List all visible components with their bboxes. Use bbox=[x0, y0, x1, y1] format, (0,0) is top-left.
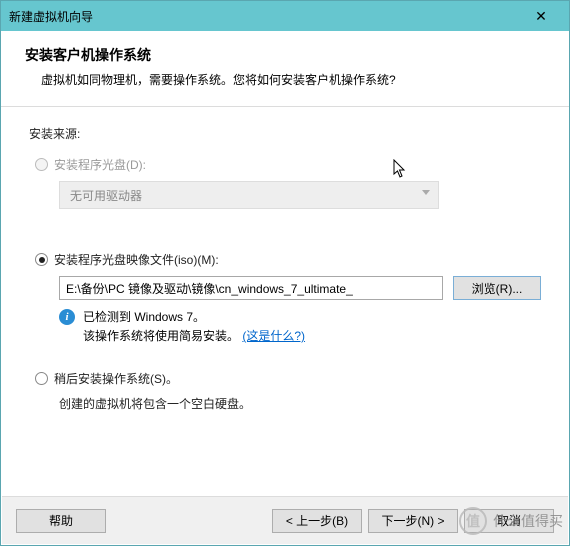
browse-button[interactable]: 浏览(R)... bbox=[453, 276, 541, 300]
install-source-label: 安装来源: bbox=[29, 125, 541, 142]
close-button[interactable]: ✕ bbox=[521, 1, 561, 31]
what-is-this-link[interactable]: (这是什么?) bbox=[242, 329, 305, 343]
detect-line-1: 已检测到 Windows 7。 bbox=[83, 308, 305, 327]
option-installer-disc: 安装程序光盘(D): bbox=[35, 156, 541, 173]
iso-row: 浏览(R)... bbox=[59, 276, 541, 300]
radio-iso[interactable] bbox=[35, 253, 48, 266]
drive-combo-text: 无可用驱动器 bbox=[70, 187, 142, 204]
wizard-body: 安装来源: 安装程序光盘(D): 无可用驱动器 安装程序光盘映像文件(iso)(… bbox=[1, 107, 569, 422]
page-subtitle: 虚拟机如同物理机，需要操作系统。您将如何安装客户机操作系统? bbox=[25, 71, 545, 88]
wizard-header: 安装客户机操作系统 虚拟机如同物理机，需要操作系统。您将如何安装客户机操作系统? bbox=[1, 31, 569, 107]
help-button[interactable]: 帮助 bbox=[16, 509, 106, 533]
option-later[interactable]: 稍后安装操作系统(S)。 bbox=[35, 370, 541, 387]
next-button[interactable]: 下一步(N) > bbox=[368, 509, 458, 533]
chevron-down-icon bbox=[422, 190, 430, 195]
window-title: 新建虚拟机向导 bbox=[9, 8, 521, 25]
option-later-label: 稍后安装操作系统(S)。 bbox=[54, 370, 178, 387]
detect-block: i 已检测到 Windows 7。 该操作系统将使用简易安装。 (这是什么?) bbox=[59, 308, 541, 346]
option-iso-label: 安装程序光盘映像文件(iso)(M): bbox=[54, 251, 219, 268]
info-icon: i bbox=[59, 309, 75, 325]
radio-later[interactable] bbox=[35, 372, 48, 385]
titlebar: 新建虚拟机向导 ✕ bbox=[1, 1, 569, 31]
page-title: 安装客户机操作系统 bbox=[25, 45, 545, 65]
option-iso[interactable]: 安装程序光盘映像文件(iso)(M): bbox=[35, 251, 541, 268]
iso-path-input[interactable] bbox=[59, 276, 443, 300]
detect-line-2: 该操作系统将使用简易安装。 (这是什么?) bbox=[83, 327, 305, 346]
radio-installer-disc bbox=[35, 158, 48, 171]
cancel-button[interactable]: 取消 bbox=[464, 509, 554, 533]
drive-combo: 无可用驱动器 bbox=[59, 181, 439, 209]
wizard-footer: 帮助 < 上一步(B) 下一步(N) > 取消 bbox=[2, 496, 568, 544]
later-hint: 创建的虚拟机将包含一个空白硬盘。 bbox=[59, 395, 541, 412]
option-installer-disc-label: 安装程序光盘(D): bbox=[54, 156, 146, 173]
back-button[interactable]: < 上一步(B) bbox=[272, 509, 362, 533]
